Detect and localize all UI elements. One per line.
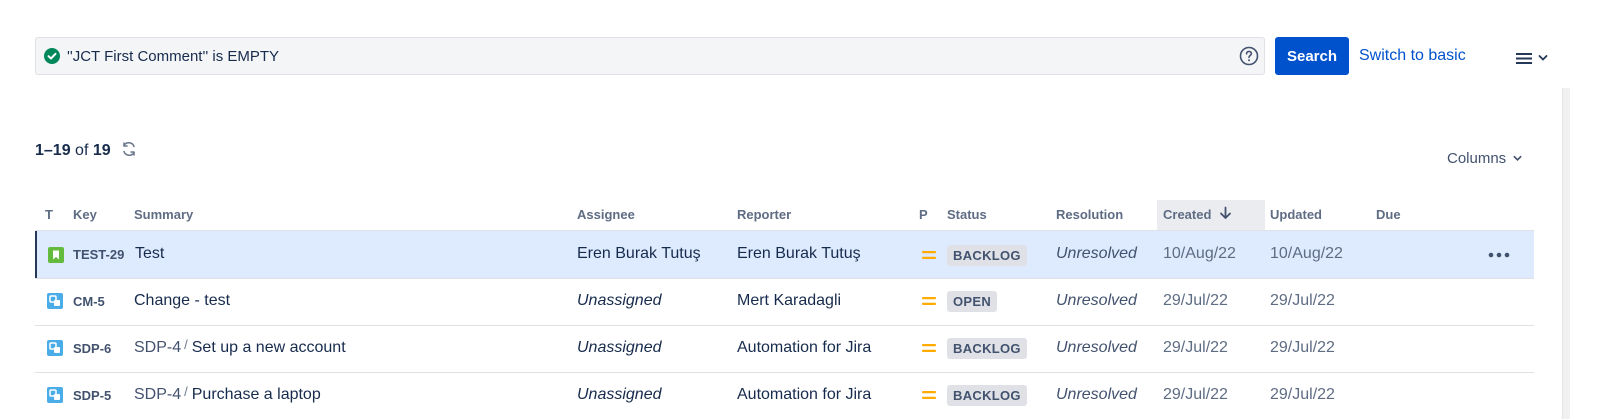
header-created[interactable]: Created	[1163, 207, 1211, 222]
issue-key-link[interactable]: SDP-5	[73, 388, 111, 403]
results-count: 1–19 of 19	[35, 142, 111, 160]
resolution-value: Unresolved	[1056, 339, 1137, 356]
header-due[interactable]: Due	[1376, 207, 1401, 222]
more-actions-icon[interactable]	[1488, 251, 1510, 259]
resolution-value: Unresolved	[1056, 245, 1137, 262]
header-assignee[interactable]: Assignee	[577, 207, 635, 222]
issue-summary-link[interactable]: Change - test	[134, 292, 230, 310]
issue-summary: SDP-4/ Purchase a laptop	[134, 384, 321, 404]
reporter-value: Eren Burak Tutuş	[737, 245, 861, 262]
page-scrollbar[interactable]	[1562, 88, 1570, 419]
reporter-value: Automation for Jira	[737, 339, 872, 356]
help-icon[interactable]	[1239, 46, 1259, 66]
updated-date: 29/Jul/22	[1270, 386, 1335, 403]
status-badge: BACKLOG	[947, 245, 1027, 266]
issue-key-link[interactable]: TEST-29	[73, 247, 124, 262]
jql-query-text[interactable]: ''JCT First Comment'' is EMPTY	[67, 48, 279, 65]
status-badge: OPEN	[947, 291, 998, 312]
subtask-icon	[47, 387, 63, 403]
header-key[interactable]: Key	[73, 207, 97, 222]
assignee-value: Unassigned	[577, 339, 662, 356]
updated-date: 29/Jul/22	[1270, 292, 1335, 309]
table-row[interactable]: TEST-29 Test Eren Burak Tutuş Eren Burak…	[35, 231, 1534, 278]
search-button[interactable]: Search	[1275, 37, 1349, 75]
priority-medium-icon	[922, 391, 936, 399]
issue-summary-link[interactable]: Test	[135, 245, 164, 263]
updated-date: 10/Aug/22	[1270, 245, 1343, 262]
issue-summary-link[interactable]: Set up a new account	[192, 339, 346, 356]
issue-key-link[interactable]: CM-5	[73, 294, 105, 309]
columns-label: Columns	[1447, 150, 1507, 167]
header-type[interactable]: T	[45, 207, 53, 222]
chevron-down-icon	[1538, 55, 1548, 61]
header-summary[interactable]: Summary	[134, 207, 193, 222]
resolution-value: Unresolved	[1056, 292, 1137, 309]
reporter-value: Mert Karadagli	[737, 292, 842, 309]
assignee-value: Eren Burak Tutuş	[577, 245, 701, 262]
issue-summary: SDP-4/ Set up a new account	[134, 337, 346, 357]
view-options-menu[interactable]	[1515, 48, 1555, 68]
created-date: 29/Jul/22	[1163, 292, 1228, 309]
parent-separator: /	[184, 384, 188, 399]
arrow-down-icon[interactable]	[1219, 206, 1232, 220]
created-date: 29/Jul/22	[1163, 386, 1228, 403]
columns-button[interactable]: Columns	[1447, 150, 1523, 167]
resolution-value: Unresolved	[1056, 386, 1137, 403]
header-updated[interactable]: Updated	[1270, 207, 1322, 222]
results-total: 19	[92, 142, 111, 159]
check-circle-icon	[44, 48, 60, 64]
header-resolution[interactable]: Resolution	[1056, 207, 1123, 222]
parent-separator: /	[184, 337, 188, 352]
created-date: 10/Aug/22	[1163, 245, 1236, 262]
issue-summary-link[interactable]: Purchase a laptop	[192, 386, 321, 403]
parent-issue-link[interactable]: SDP-4	[134, 339, 181, 356]
table-row[interactable]: SDP-6 SDP-4/ Set up a new account Unassig…	[35, 326, 1534, 373]
results-of-label: of	[75, 142, 89, 159]
status-badge: BACKLOG	[947, 338, 1027, 359]
table-row[interactable]: SDP-5 SDP-4/ Purchase a laptop Unassigned…	[35, 373, 1534, 420]
table-row[interactable]: CM-5 Change - test Unassigned Mert Karad…	[35, 279, 1534, 326]
parent-issue-link[interactable]: SDP-4	[134, 386, 181, 403]
refresh-icon[interactable]	[120, 140, 138, 158]
priority-medium-icon	[922, 251, 936, 259]
assignee-value: Unassigned	[577, 292, 662, 309]
status-badge: BACKLOG	[947, 385, 1027, 406]
created-date: 29/Jul/22	[1163, 339, 1228, 356]
header-priority[interactable]: P	[919, 207, 928, 222]
assignee-value: Unassigned	[577, 386, 662, 403]
reporter-value: Automation for Jira	[737, 386, 872, 403]
issue-key-link[interactable]: SDP-6	[73, 341, 111, 356]
updated-date: 29/Jul/22	[1270, 339, 1335, 356]
subtask-icon	[47, 340, 63, 356]
priority-medium-icon	[922, 297, 936, 305]
priority-medium-icon	[922, 344, 936, 352]
hamburger-icon	[1516, 53, 1532, 64]
results-range: 1–19	[35, 142, 71, 159]
header-status[interactable]: Status	[947, 207, 987, 222]
jql-search-input[interactable]: ''JCT First Comment'' is EMPTY	[35, 37, 1265, 75]
switch-to-basic-link[interactable]: Switch to basic	[1359, 47, 1466, 65]
chevron-down-icon	[1513, 155, 1522, 162]
header-reporter[interactable]: Reporter	[737, 207, 791, 222]
story-icon	[48, 247, 64, 263]
subtask-icon	[47, 293, 63, 309]
